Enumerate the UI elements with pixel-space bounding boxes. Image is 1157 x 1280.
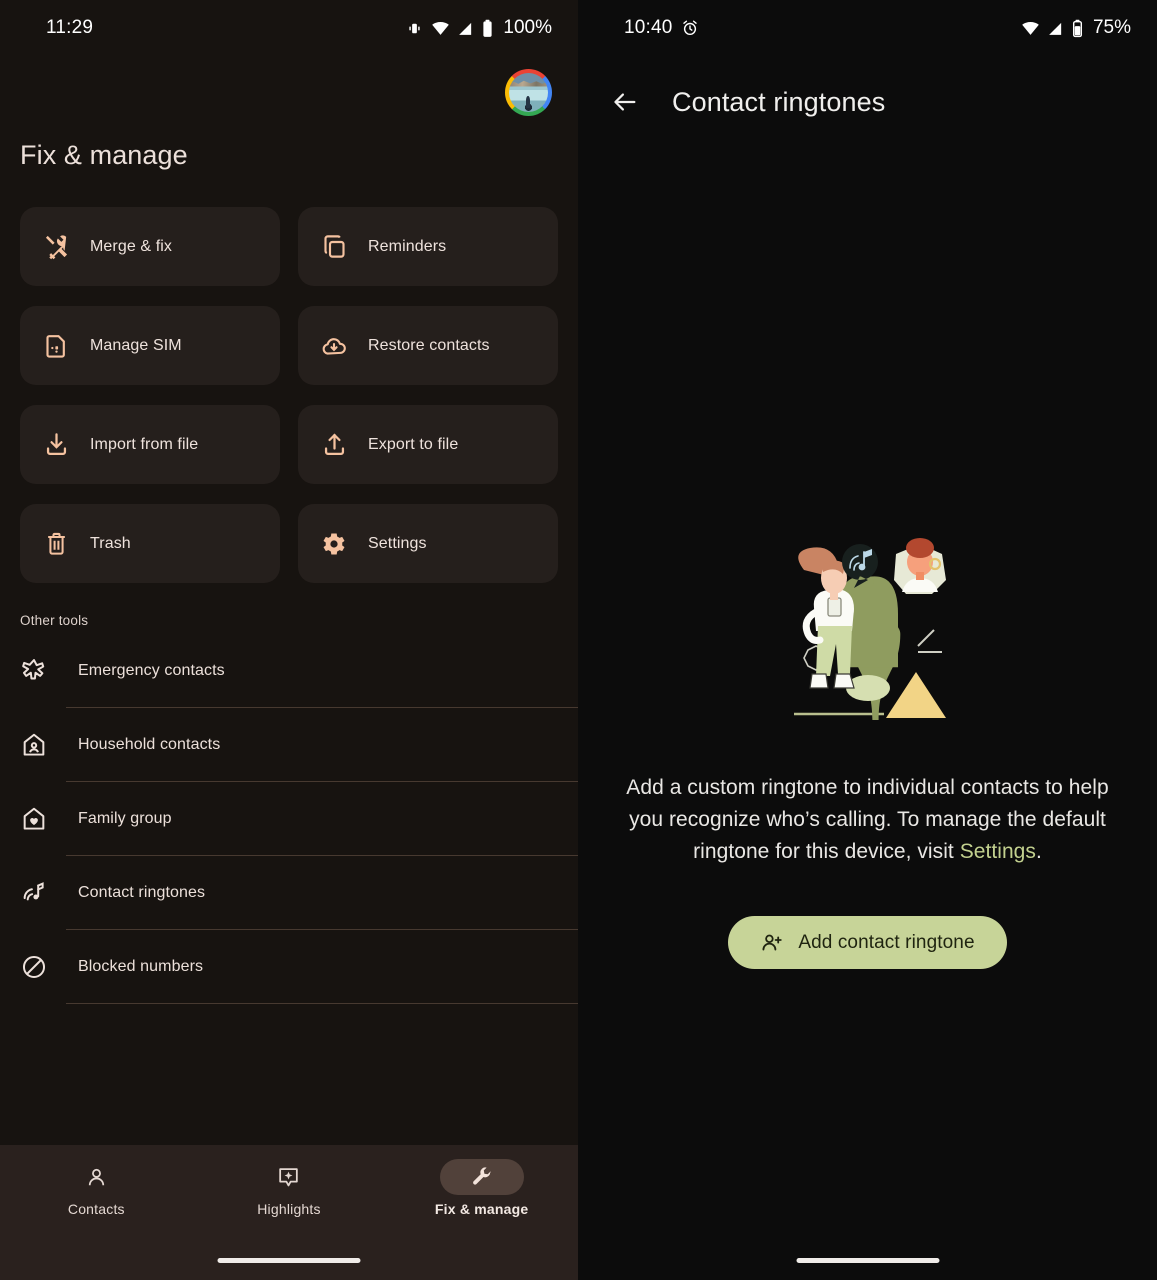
status-bar-left: 11:29 100% bbox=[0, 0, 578, 56]
tile-label: Restore contacts bbox=[368, 336, 490, 354]
tile-label: Export to file bbox=[368, 435, 459, 453]
tile-export-to-file[interactable]: Export to file bbox=[298, 405, 558, 484]
ringtone-bell-illustration bbox=[793, 538, 946, 720]
right-phone-screen: 10:40 75% Contact ringtones Add a custom… bbox=[578, 0, 1157, 1280]
tile-merge-fix[interactable]: Merge & fix bbox=[20, 207, 280, 286]
tile-settings[interactable]: Settings bbox=[298, 504, 558, 583]
alarm-icon bbox=[682, 20, 697, 36]
ringtone-note-icon bbox=[20, 879, 48, 907]
cloud-download-icon bbox=[320, 332, 348, 360]
wifi-icon bbox=[432, 21, 450, 35]
tile-manage-sim[interactable]: Manage SIM bbox=[20, 306, 280, 385]
nav-item-contacts[interactable]: Contacts bbox=[1, 1159, 192, 1217]
nav-pill bbox=[54, 1159, 138, 1195]
page-title: Fix & manage bbox=[20, 140, 188, 170]
vibrate-icon bbox=[409, 23, 421, 33]
wifi-icon bbox=[1022, 21, 1039, 35]
nav-label: Fix & manage bbox=[434, 1201, 529, 1217]
battery-icon bbox=[483, 19, 493, 37]
battery-icon bbox=[1072, 19, 1082, 37]
battery-percent: 100% bbox=[503, 17, 552, 38]
sparkle-icon bbox=[279, 1167, 299, 1186]
tile-label: Reminders bbox=[368, 237, 447, 255]
export-icon bbox=[320, 431, 348, 459]
tools-grid: Merge & fix Reminders Manage SIM Restore… bbox=[0, 171, 578, 583]
avatar[interactable] bbox=[505, 68, 552, 116]
list-item-label: Household contacts bbox=[78, 735, 221, 753]
tile-restore-contacts[interactable]: Restore contacts bbox=[298, 306, 558, 385]
status-icons: 100% bbox=[405, 17, 552, 39]
gear-icon bbox=[320, 530, 348, 558]
list-item-label: Family group bbox=[78, 809, 172, 827]
tile-import-from-file[interactable]: Import from file bbox=[20, 405, 280, 484]
empty-text-part2: . bbox=[1035, 840, 1042, 863]
bottom-navigation: Contacts Highlights Fix & manage bbox=[0, 1145, 578, 1280]
nav-item-fix-and-manage[interactable]: Fix & manage bbox=[386, 1159, 577, 1217]
home-indicator-right bbox=[796, 1258, 939, 1263]
app-bar-right: Contact ringtones bbox=[578, 56, 1157, 148]
tile-label: Trash bbox=[90, 534, 131, 552]
avatar-photo bbox=[509, 72, 548, 112]
back-arrow-icon bbox=[614, 93, 636, 111]
merge-fix-icon bbox=[42, 233, 70, 261]
home-indicator bbox=[217, 1258, 361, 1263]
list-item-label: Emergency contacts bbox=[78, 661, 225, 679]
nav-label: Highlights bbox=[257, 1201, 321, 1217]
person-icon bbox=[88, 1168, 104, 1185]
empty-state-description: Add a custom ringtone to individual cont… bbox=[608, 772, 1128, 868]
list-item-household-contacts[interactable]: Household contacts bbox=[0, 708, 578, 781]
add-contact-ringtone-button[interactable]: Add contact ringtone bbox=[728, 916, 1007, 969]
list-item-blocked-numbers[interactable]: Blocked numbers bbox=[0, 930, 578, 1003]
battery-percent-right: 75% bbox=[1092, 17, 1131, 38]
tile-label: Import from file bbox=[90, 435, 199, 453]
tile-label: Merge & fix bbox=[90, 237, 173, 255]
person-add-icon bbox=[762, 934, 783, 950]
other-tools-list: Emergency contacts Household contacts Fa… bbox=[0, 628, 578, 1004]
status-bar-right: 10:40 75% bbox=[578, 0, 1157, 56]
list-item-family-group[interactable]: Family group bbox=[0, 782, 578, 855]
nav-pill bbox=[247, 1159, 331, 1195]
list-item-label: Contact ringtones bbox=[78, 883, 206, 901]
reminders-icon bbox=[320, 233, 348, 261]
import-icon bbox=[42, 431, 70, 459]
wrench-icon bbox=[472, 1167, 491, 1185]
nav-label: Contacts bbox=[67, 1201, 125, 1217]
other-tools-header: Other tools bbox=[20, 613, 89, 628]
left-phone-screen: 11:29 100% Fix & manage Merge & fix Remi… bbox=[0, 0, 578, 1280]
status-time-text: 10:40 bbox=[624, 17, 673, 38]
list-item-label: Blocked numbers bbox=[78, 957, 204, 975]
top-bar-left bbox=[0, 56, 578, 128]
house-person-icon bbox=[20, 731, 48, 759]
status-time-right: 10:40 bbox=[624, 17, 699, 39]
sim-card-icon bbox=[42, 332, 70, 360]
tile-trash[interactable]: Trash bbox=[20, 504, 280, 583]
list-item-contact-ringtones[interactable]: Contact ringtones bbox=[0, 856, 578, 929]
tile-label: Settings bbox=[368, 534, 427, 552]
list-item-emergency-contacts[interactable]: Emergency contacts bbox=[0, 634, 578, 707]
block-icon bbox=[20, 953, 48, 981]
empty-state: Add a custom ringtone to individual cont… bbox=[578, 148, 1157, 1280]
signal-icon bbox=[1049, 22, 1062, 35]
trash-icon bbox=[42, 530, 70, 558]
back-button[interactable] bbox=[604, 81, 646, 123]
tile-reminders[interactable]: Reminders bbox=[298, 207, 558, 286]
cta-label: Add contact ringtone bbox=[798, 931, 975, 953]
status-time: 11:29 bbox=[46, 17, 94, 38]
status-icons-right: 75% bbox=[1021, 17, 1131, 39]
tile-label: Manage SIM bbox=[90, 336, 182, 354]
signal-icon bbox=[459, 22, 472, 35]
nav-pill-active bbox=[439, 1159, 524, 1195]
dual-screenshot: 11:29 100% Fix & manage Merge & fix Remi… bbox=[0, 0, 1157, 1280]
house-heart-icon bbox=[20, 805, 48, 833]
nav-item-highlights[interactable]: Highlights bbox=[194, 1159, 385, 1217]
medical-star-icon bbox=[20, 657, 48, 685]
page-title-right: Contact ringtones bbox=[672, 86, 886, 117]
settings-link[interactable]: Settings bbox=[960, 840, 1036, 863]
